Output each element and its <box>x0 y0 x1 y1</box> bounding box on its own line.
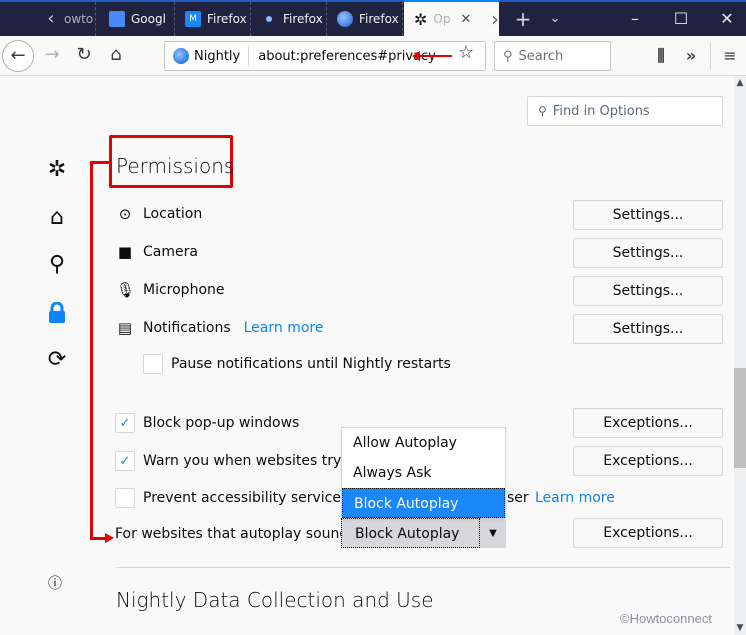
google-translate-icon <box>109 11 125 27</box>
tab-firefox-1[interactable]: M Firefox <box>175 2 251 36</box>
find-placeholder: Find in Options <box>552 103 650 119</box>
reload-button[interactable]: ↻ <box>68 40 100 72</box>
search-icon: ⚲ <box>538 104 547 118</box>
permission-label: Microphone <box>143 282 225 298</box>
firefox-icon <box>337 11 353 27</box>
toolbar-separator <box>710 42 711 70</box>
autoplay-option-allow[interactable]: Allow Autoplay <box>342 428 505 458</box>
close-tab-icon[interactable]: ✕ <box>460 12 471 27</box>
annotation-line <box>90 161 110 164</box>
pause-notifications-checkbox[interactable] <box>143 354 163 374</box>
autoplay-select[interactable]: Block Autoplay ▼ <box>341 518 506 548</box>
identity-box[interactable]: Nightly <box>165 46 250 66</box>
data-collection-heading: Nightly Data Collection and Use <box>116 588 434 612</box>
dot-favicon <box>266 16 272 22</box>
watermark: ©Howtoconnect <box>620 611 712 626</box>
help-icon[interactable]: ⓘ <box>48 573 62 593</box>
tab-firefox-2[interactable]: Firefox <box>251 2 327 36</box>
autoplay-option-ask[interactable]: Always Ask <box>342 458 505 488</box>
microphone-settings-button[interactable]: Settings... <box>573 276 723 306</box>
m-favicon: M <box>185 11 201 27</box>
nightly-logo-icon <box>173 48 189 64</box>
category-privacy-lock-icon[interactable] <box>42 298 72 328</box>
prevent-accessibility-row: Prevent accessibility services fi <box>115 488 362 508</box>
block-popups-row: ✓ Block pop-up windows <box>115 413 299 433</box>
microphone-icon: 🎙 <box>116 281 136 299</box>
scroll-tabs-right-button[interactable]: › <box>480 4 510 36</box>
hamburger-menu-icon[interactable]: ≡ <box>716 42 744 70</box>
scroll-down-arrow-icon[interactable]: ▼ <box>734 623 746 633</box>
identity-label: Nightly <box>194 48 241 64</box>
search-placeholder: Search <box>518 48 564 64</box>
warn-addons-label: Warn you when websites try to <box>143 453 360 469</box>
category-general-gear-icon[interactable]: ✲ <box>42 155 72 185</box>
search-icon: ⚲ <box>503 48 513 64</box>
pause-notifications-label: Pause notifications until Nightly restar… <box>171 356 451 372</box>
tab-howto[interactable]: owto <box>64 2 96 36</box>
list-all-tabs-button[interactable]: ⌄ <box>540 4 570 36</box>
notifications-learn-more-link[interactable]: Learn more <box>244 320 324 336</box>
library-icon[interactable]: ⫼ <box>647 42 675 70</box>
warn-addons-checkbox[interactable]: ✓ <box>115 451 135 471</box>
permission-microphone: 🎙 Microphone <box>116 281 225 299</box>
tab-google[interactable]: Googl <box>99 2 175 36</box>
category-sync-icon[interactable]: ⟳ <box>42 345 72 375</box>
annotation-line <box>90 161 93 539</box>
notifications-settings-button[interactable]: Settings... <box>573 314 723 344</box>
permission-location: ⊙ Location <box>116 205 203 223</box>
prevent-accessibility-label: Prevent accessibility services fi <box>143 490 362 506</box>
category-search-icon[interactable]: ⚲ <box>42 250 72 280</box>
permission-label: Notifications <box>143 320 231 336</box>
accessibility-learn-more-link[interactable]: Learn more <box>535 490 615 506</box>
annotation-arrow-autoplay <box>90 533 114 543</box>
prevent-accessibility-label-end: ser <box>507 490 529 506</box>
back-button[interactable]: ← <box>2 40 34 72</box>
overflow-menu-icon[interactable]: » <box>677 42 705 70</box>
forward-button[interactable]: → <box>36 40 68 72</box>
bookmark-star-icon[interactable]: ☆ <box>458 42 474 63</box>
autoplay-exceptions-button[interactable]: Exceptions... <box>573 518 723 548</box>
search-bar[interactable]: ⚲ Search <box>494 41 611 71</box>
permission-label: Camera <box>143 244 198 260</box>
new-tab-button[interactable]: + <box>508 4 538 36</box>
block-popups-checkbox[interactable]: ✓ <box>115 413 135 433</box>
prevent-accessibility-checkbox[interactable] <box>115 488 135 508</box>
maximize-button[interactable]: ☐ <box>658 4 704 36</box>
pause-notifications-row: Pause notifications until Nightly restar… <box>143 354 451 374</box>
autoplay-option-block[interactable]: Block Autoplay <box>342 488 505 518</box>
autoplay-options-popup: Allow Autoplay Always Ask Block Autoplay <box>341 427 506 518</box>
minimize-button[interactable]: – <box>612 4 658 36</box>
permissions-heading: Permissions <box>116 154 235 178</box>
navigation-toolbar: ← → ↻ ⌂ Nightly about:preferences#privac… <box>0 36 746 76</box>
permission-notifications: ▤ Notifications Learn more <box>116 319 324 337</box>
scrollbar[interactable]: ▲ ▼ <box>734 76 746 635</box>
home-button[interactable]: ⌂ <box>100 40 132 72</box>
scroll-up-arrow-icon[interactable]: ▲ <box>734 78 746 88</box>
autoplay-selected-value: Block Autoplay <box>341 518 480 548</box>
popup-exceptions-button[interactable]: Exceptions... <box>573 408 723 438</box>
tab-firefox-3[interactable]: Firefox <box>327 2 403 36</box>
location-icon: ⊙ <box>118 205 132 223</box>
camera-icon: ■ <box>117 243 133 261</box>
url-text[interactable]: about:preferences#privacy <box>249 49 436 64</box>
camera-settings-button[interactable]: Settings... <box>573 238 723 268</box>
notifications-icon: ▤ <box>117 319 133 337</box>
annotation-arrow-url <box>412 51 452 61</box>
gear-icon: ✲ <box>414 9 428 29</box>
addons-exceptions-button[interactable]: Exceptions... <box>573 446 723 476</box>
location-settings-button[interactable]: Settings... <box>573 200 723 230</box>
scrollbar-thumb[interactable] <box>734 368 746 468</box>
section-divider <box>116 567 730 568</box>
permission-camera: ■ Camera <box>116 243 198 261</box>
close-window-button[interactable]: ✕ <box>704 4 746 36</box>
block-popups-label: Block pop-up windows <box>143 415 300 431</box>
find-in-options-input[interactable]: ⚲ Find in Options <box>527 96 723 126</box>
scroll-tabs-left-button[interactable]: ‹ <box>36 4 66 36</box>
category-home-icon[interactable]: ⌂ <box>42 203 72 233</box>
permission-label: Location <box>143 206 203 222</box>
dropdown-arrow-icon: ▼ <box>489 527 497 539</box>
warn-addons-row: ✓ Warn you when websites try to <box>115 451 360 471</box>
tab-bar: ‹ owto Googl M Firefox Firefox Firefox ✲… <box>0 0 746 36</box>
autoplay-label: For websites that autoplay sound <box>115 526 349 542</box>
